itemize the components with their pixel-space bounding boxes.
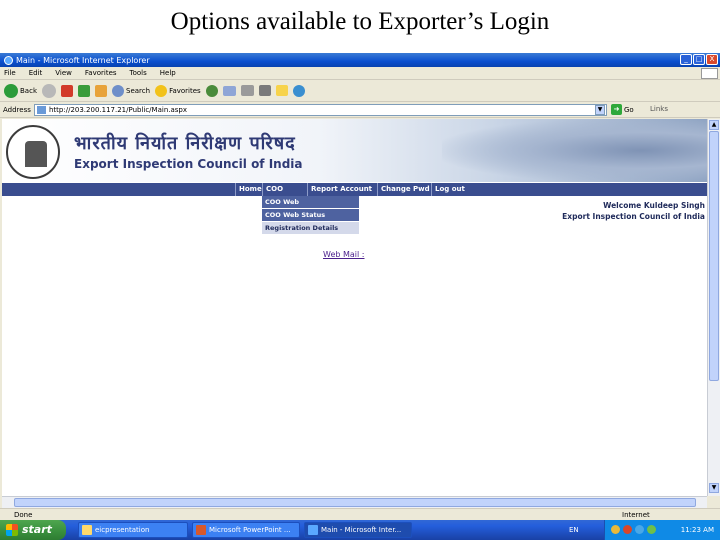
tray-icon[interactable] (611, 525, 620, 534)
address-bar: Address http://203.200.117.21/Public/Mai… (0, 102, 720, 118)
stop-icon[interactable] (61, 84, 73, 97)
close-button[interactable]: X (706, 54, 718, 65)
powerpoint-icon (196, 525, 206, 535)
address-url: http://203.200.117.21/Public/Main.aspx (49, 106, 188, 114)
welcome-message: Welcome Kuldeep Singh Export Inspection … (522, 200, 705, 222)
menu-item-coo-web[interactable]: COO Web (262, 196, 359, 209)
menu-help[interactable]: Help (160, 69, 176, 77)
start-button[interactable]: start (0, 520, 66, 540)
status-text: Done (14, 511, 33, 519)
taskbar-item-label: eicpresentation (95, 526, 150, 534)
go-arrow-icon: ➜ (611, 104, 622, 115)
welcome-user: Welcome Kuldeep Singh (603, 201, 705, 210)
window-title: Main - Microsoft Internet Explorer (16, 55, 150, 65)
search-button[interactable]: Search (112, 84, 151, 97)
menu-edit[interactable]: Edit (29, 69, 43, 77)
welcome-org: Export Inspection Council of India (562, 212, 705, 221)
taskbar-item-ie[interactable]: Main - Microsoft Inter... (304, 522, 412, 538)
favorites-label: Favorites (169, 86, 201, 95)
mail-icon[interactable] (222, 85, 236, 96)
go-label: Go (624, 105, 634, 114)
messenger-icon[interactable] (292, 84, 305, 97)
ie-icon (4, 55, 13, 65)
links-button[interactable]: Links (650, 105, 668, 113)
star-icon (155, 84, 168, 97)
scroll-up-icon[interactable]: ▲ (709, 120, 719, 130)
webmail-link[interactable]: Web Mail : (323, 250, 364, 259)
menu-file[interactable]: File (4, 69, 16, 77)
menu-item-registration-details[interactable]: Registration Details (262, 222, 359, 235)
start-label: start (22, 523, 52, 536)
nav-home[interactable]: Home (235, 183, 262, 196)
menu-bar: File Edit View Favorites Tools Help (0, 67, 720, 80)
status-bar: Done Internet (0, 508, 720, 520)
back-button[interactable]: Back (4, 83, 37, 98)
taskbar-item-powerpoint[interactable]: Microsoft PowerPoint ... (192, 522, 300, 538)
windows-flag-icon (6, 524, 18, 536)
nav-logout[interactable]: Log out (431, 183, 476, 196)
taskbar-item-label: Main - Microsoft Inter... (321, 526, 402, 534)
taskbar-item-label: Microsoft PowerPoint ... (209, 526, 291, 534)
refresh-icon[interactable] (78, 84, 90, 97)
menu-view[interactable]: View (55, 69, 72, 77)
search-label: Search (126, 86, 151, 95)
tray-icon[interactable] (647, 525, 656, 534)
browser-toolbar: Back Search Favorites (0, 80, 720, 102)
windows-logo-icon (701, 68, 718, 79)
print-icon[interactable] (240, 85, 254, 96)
national-emblem-logo (6, 125, 60, 179)
back-arrow-icon (4, 83, 18, 98)
horizontal-scrollbar[interactable] (2, 496, 707, 508)
language-indicator[interactable]: EN (569, 520, 579, 540)
taskbar: start eicpresentation Microsoft PowerPoi… (0, 520, 720, 540)
nav-report-account[interactable]: Report Account (307, 183, 377, 196)
favorites-button[interactable]: Favorites (155, 84, 201, 97)
scroll-thumb-horizontal[interactable] (14, 498, 696, 507)
site-nav: Home COO Report Account Change Pwd Log o… (2, 183, 707, 196)
globe-graphic (442, 119, 707, 182)
scroll-down-icon[interactable]: ▼ (709, 483, 719, 493)
back-label: Back (20, 86, 37, 95)
ie-icon (308, 525, 318, 535)
scroll-thumb[interactable] (709, 131, 719, 381)
discuss-icon[interactable] (275, 85, 288, 96)
menu-favorites[interactable]: Favorites (85, 69, 117, 77)
nav-change-pwd[interactable]: Change Pwd (377, 183, 431, 196)
taskbar-item-folder[interactable]: eicpresentation (78, 522, 188, 538)
page-icon (37, 106, 46, 114)
home-icon[interactable] (95, 84, 107, 97)
search-icon (112, 84, 124, 97)
address-input[interactable]: http://203.200.117.21/Public/Main.aspx (34, 104, 607, 116)
address-dropdown-icon[interactable]: ▼ (595, 105, 605, 115)
web-page: भारतीय निर्यात निरीक्षण परिषद Export Ins… (2, 119, 707, 496)
system-tray: EN 11:23 AM (569, 520, 720, 540)
site-title-hindi: भारतीय निर्यात निरीक्षण परिषद (74, 133, 296, 154)
go-button[interactable]: ➜ Go (611, 104, 634, 115)
forward-arrow-icon[interactable] (42, 83, 56, 98)
coo-dropdown-menu: COO Web COO Web Status Registration Deta… (262, 196, 359, 235)
vertical-scrollbar[interactable]: ▲ ▼ (707, 119, 720, 496)
menu-item-coo-web-status[interactable]: COO Web Status (262, 209, 359, 222)
window-titlebar[interactable]: Main - Microsoft Internet Explorer _ □ X (0, 53, 720, 67)
clock: 11:23 AM (680, 526, 714, 534)
history-icon[interactable] (205, 84, 218, 97)
folder-icon (82, 525, 92, 535)
maximize-button[interactable]: □ (693, 54, 705, 65)
site-title-english: Export Inspection Council of India (74, 157, 303, 171)
address-label: Address (3, 105, 31, 114)
minimize-button[interactable]: _ (680, 54, 692, 65)
menu-tools[interactable]: Tools (130, 69, 147, 77)
edit-icon[interactable] (258, 85, 271, 96)
tray-icon[interactable] (635, 525, 644, 534)
site-header: भारतीय निर्यात निरीक्षण परिषद Export Ins… (2, 119, 707, 182)
slide-title: Options available to Exporter’s Login (170, 8, 550, 35)
nav-coo[interactable]: COO (262, 183, 307, 196)
tray-icon[interactable] (623, 525, 632, 534)
